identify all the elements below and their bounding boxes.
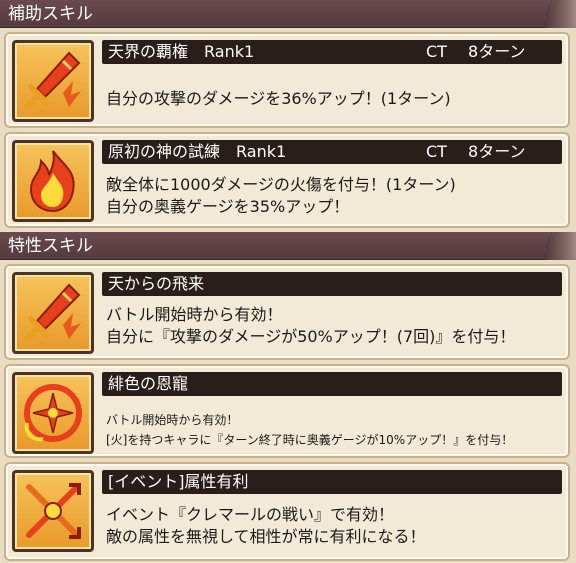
skill-card-tenkai[interactable]: 天界の覇権 Rank1 CT 8ターン 自分の攻撃のダメージを36%アップ！(1… xyxy=(4,32,570,128)
fire-crest-icon xyxy=(24,384,82,442)
skill-card-genso[interactable]: 原初の神の試練 Rank1 CT 8ターン 敵全体に1000ダメージの火傷を付与… xyxy=(4,132,570,228)
skill-description: 敵全体に1000ダメージの火傷を付与！(1ターン) 自分の奥義ゲージを35%アッ… xyxy=(106,174,562,218)
skill-icon-frame xyxy=(12,40,94,122)
skill-name: 緋色の恩寵 xyxy=(108,374,189,393)
skill-icon-frame xyxy=(12,272,94,354)
skill-title-bar: 緋色の恩寵 xyxy=(102,372,562,396)
skill-description: イベント『クレマールの戦い』で有効！ 敵の属性を無視して相性が常に有利になる！ xyxy=(106,504,562,548)
skill-name: 天からの飛来 xyxy=(108,274,205,293)
skill-cooldown: CT 8ターン xyxy=(426,42,526,61)
scroll-curl-decoration xyxy=(546,0,576,28)
skill-description: バトル開始時から有効！ 自分に『攻撃のダメージが50%アップ！(7回)』を付与！ xyxy=(106,304,562,348)
skill-description: 自分の攻撃のダメージを36%アップ！(1ターン) xyxy=(106,88,562,110)
description-line: 自分の攻撃のダメージを36%アップ！(1ターン) xyxy=(106,89,451,108)
skill-icon-frame xyxy=(12,470,94,552)
skill-card-hiiro[interactable]: 緋色の恩寵 バトル開始時から有効！ [火]を持つキャラに『ターン終了時に奥義ゲー… xyxy=(4,364,570,458)
skill-icon-frame xyxy=(12,140,94,222)
trait-skill-header: 特性スキル xyxy=(0,232,576,260)
scroll-curl-decoration xyxy=(546,232,576,260)
skill-title-bar: 天からの飛来 xyxy=(102,272,562,296)
description-line: 自分に『攻撃のダメージが50%アップ！(7回)』を付与！ xyxy=(106,327,516,346)
description-line: イベント『クレマールの戦い』で有効！ xyxy=(106,505,395,524)
crossed-arrows-icon xyxy=(26,483,81,539)
support-skill-header: 補助スキル xyxy=(0,0,576,28)
flaming-sword-icon xyxy=(24,51,81,110)
skill-title-bar: 原初の神の試練 Rank1 CT 8ターン xyxy=(102,140,562,164)
description-line: 敵全体に1000ダメージの火傷を付与！(1ターン) xyxy=(106,175,456,194)
support-skill-title: 補助スキル xyxy=(8,4,93,24)
skill-icon-frame xyxy=(12,372,94,454)
skill-name: 天界の覇権 Rank1 xyxy=(108,42,255,61)
skill-name: [イベント]属性有利 xyxy=(108,472,249,491)
skill-card-tenkara[interactable]: 天からの飛来 バトル開始時から有効！ 自分に『攻撃のダメージが50%アップ！(7… xyxy=(4,264,570,360)
skill-name: 原初の神の試練 Rank1 xyxy=(108,142,287,161)
description-line: バトル開始時から有効！ xyxy=(106,305,283,324)
trait-skill-title: 特性スキル xyxy=(8,236,93,256)
skill-title-bar: 天界の覇権 Rank1 CT 8ターン xyxy=(102,40,562,64)
skill-description: バトル開始時から有効！ [火]を持つキャラに『ターン終了時に奥義ゲージが10%ア… xyxy=(106,410,562,450)
skill-card-event[interactable]: [イベント]属性有利 イベント『クレマールの戦い』で有効！ 敵の属性を無視して相… xyxy=(4,462,570,561)
flame-icon xyxy=(29,150,75,213)
description-line: 敵の属性を無視して相性が常に有利になる！ xyxy=(106,527,426,546)
flaming-sword-icon xyxy=(24,283,81,342)
skill-cooldown: CT 8ターン xyxy=(426,142,526,161)
description-line: [火]を持つキャラに『ターン終了時に奥義ゲージが10%アップ！』を付与！ xyxy=(106,433,514,447)
description-line: 自分の奥義ゲージを35%アップ！ xyxy=(106,197,350,216)
description-line: バトル開始時から有効！ xyxy=(106,413,239,427)
skill-title-bar: [イベント]属性有利 xyxy=(102,470,562,494)
